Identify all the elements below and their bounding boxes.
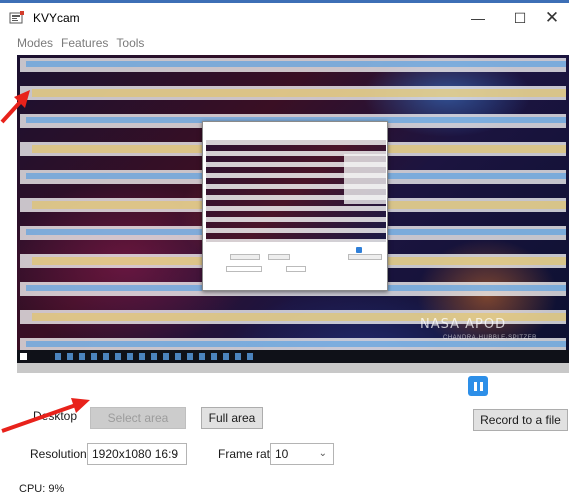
select-area-button[interactable]: Select area <box>90 407 186 429</box>
menu-bar: Modes Features Tools <box>0 34 569 54</box>
nested-window-menu <box>203 132 387 139</box>
close-button[interactable]: ✕ <box>535 3 569 33</box>
minimize-button[interactable]: — <box>455 3 501 33</box>
preview-bottom-strip <box>17 363 569 373</box>
screen-preview[interactable]: NASA APOD CHANDRA·HUBBLE·SPITZER <box>17 55 569 373</box>
resolution-value: 1920x1080 16:9 <box>92 447 179 461</box>
desktop-label: Desktop <box>33 409 78 423</box>
nested-resolution-select <box>226 266 262 272</box>
chevron-down-icon: ⌄ <box>318 448 327 459</box>
nested-window-title <box>203 122 387 132</box>
preview-taskbar <box>17 350 569 363</box>
nested-inner-preview <box>344 154 386 204</box>
resolution-select[interactable]: 1920x1080 16:9 ⌄ <box>87 443 187 465</box>
nested-pause-icon <box>356 247 362 253</box>
pause-icon <box>473 381 477 391</box>
nested-app-window <box>202 121 388 291</box>
full-area-button[interactable]: Full area <box>201 407 263 429</box>
nested-framerate-select <box>286 266 306 272</box>
start-icon <box>20 353 27 360</box>
nested-full-button <box>268 254 290 260</box>
cpu-usage: CPU: 9% <box>19 483 65 495</box>
menu-tools[interactable]: Tools <box>116 34 144 54</box>
record-to-file-button[interactable]: Record to a file <box>473 409 568 431</box>
wallpaper-credit: CHANDRA·HUBBLE·SPITZER <box>443 335 538 341</box>
wallpaper-brand: NASA APOD <box>420 317 507 332</box>
taskbar-icons <box>55 353 255 360</box>
pause-button[interactable] <box>468 376 488 396</box>
nested-record-button <box>348 254 382 260</box>
menu-modes[interactable]: Modes <box>17 34 53 54</box>
frame-rate-select[interactable]: 10 ⌄ <box>270 443 334 465</box>
nested-preview <box>206 140 386 242</box>
frame-rate-value: 10 <box>275 447 289 461</box>
title-bar: KVYcam — ☐ ✕ <box>0 3 569 33</box>
nested-select-button <box>230 254 260 260</box>
chevron-down-icon: ⌄ <box>171 448 180 459</box>
window-title: KVYcam <box>33 11 80 25</box>
app-icon <box>9 11 24 24</box>
menu-features[interactable]: Features <box>61 34 108 54</box>
nested-controls <box>206 246 386 290</box>
